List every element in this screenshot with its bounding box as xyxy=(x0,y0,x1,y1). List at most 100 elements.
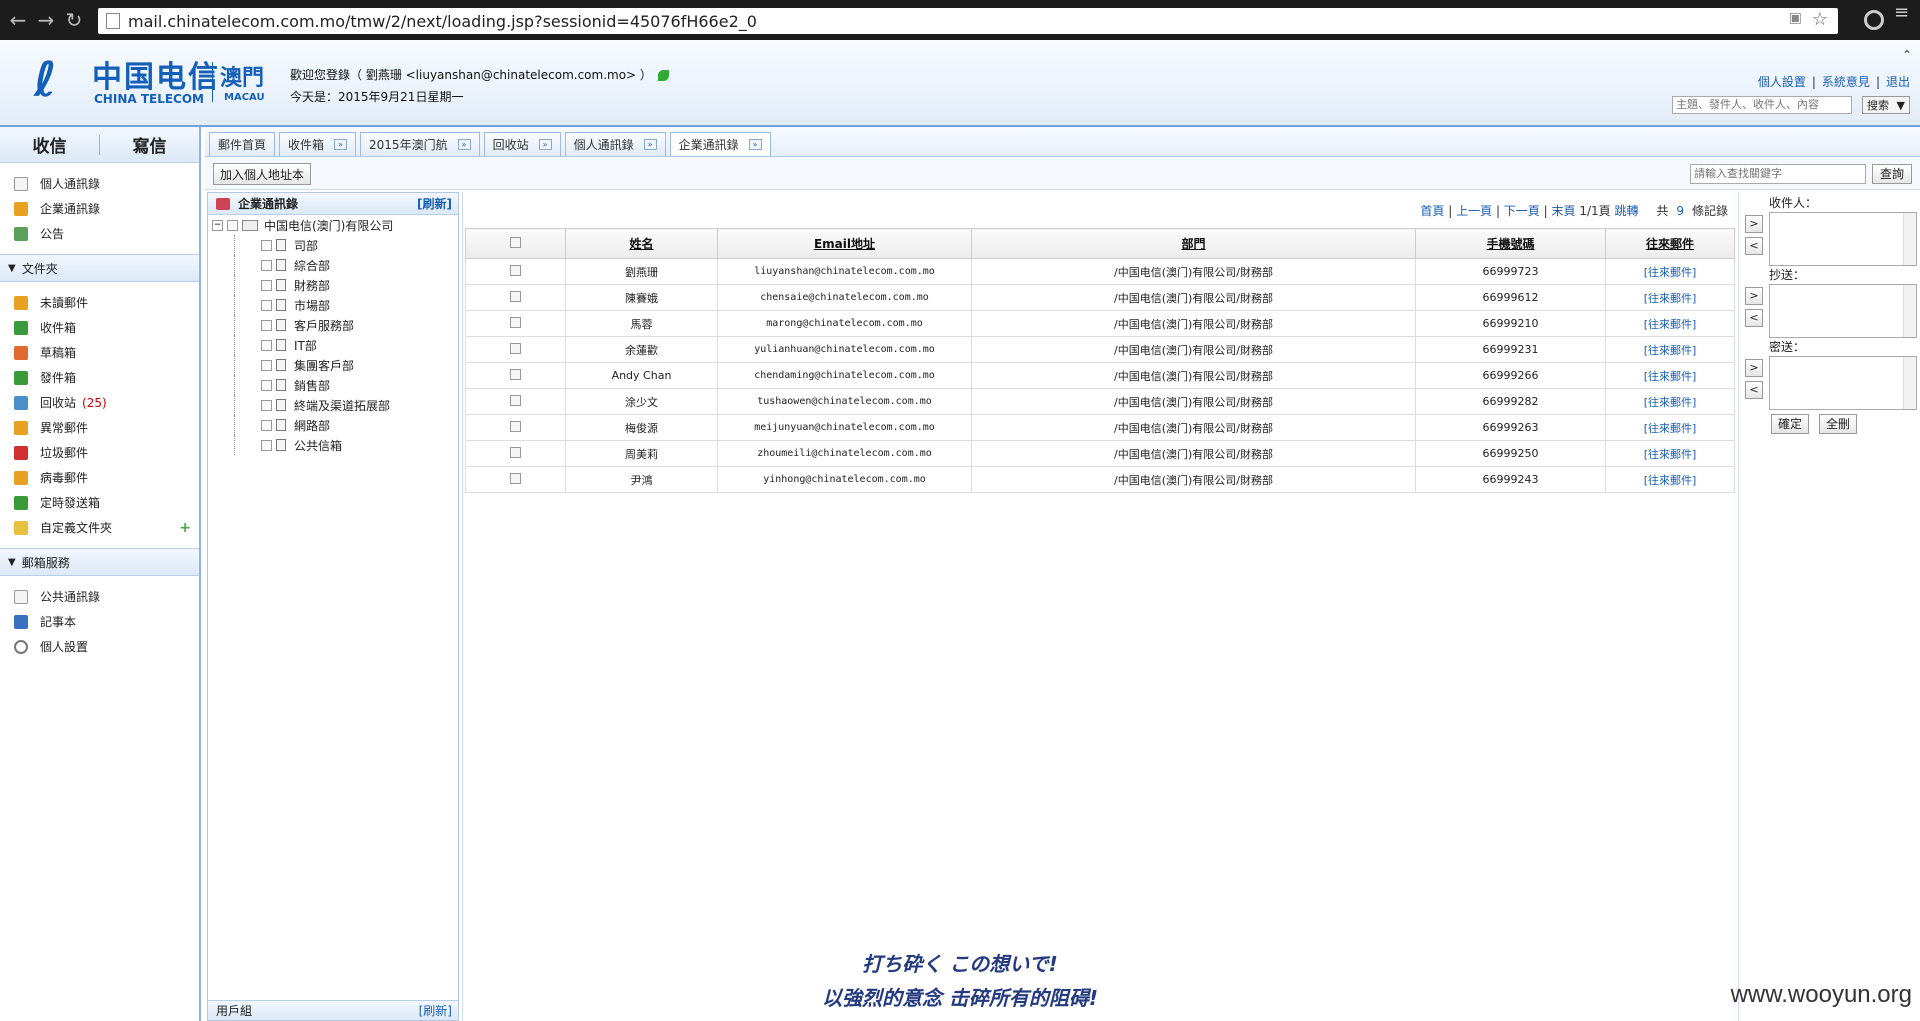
tree-node[interactable]: 市場部 xyxy=(234,295,458,315)
browser-menu-icon[interactable]: ≡ xyxy=(1894,4,1912,22)
collapse-header-icon[interactable]: ⌃ xyxy=(1902,48,1912,62)
jump-link[interactable]: 跳轉 xyxy=(1614,204,1638,218)
nav-folder-5[interactable]: 異常郵件 xyxy=(0,415,199,440)
nav-folder-7[interactable]: 病毒郵件 xyxy=(0,465,199,490)
row-checkbox[interactable] xyxy=(510,394,521,406)
keyword-search-input[interactable] xyxy=(1690,164,1866,184)
node-checkbox[interactable] xyxy=(227,219,238,231)
close-tab-icon[interactable]: » xyxy=(643,139,657,150)
row-checkbox[interactable] xyxy=(510,290,521,302)
select-all-checkbox[interactable] xyxy=(510,236,521,248)
node-checkbox[interactable] xyxy=(261,279,272,291)
nav-folder-3[interactable]: 發件箱 xyxy=(0,365,199,390)
receive-button[interactable]: 收信 xyxy=(0,132,99,157)
nav-personal-contacts[interactable]: 個人通訊錄 xyxy=(0,171,199,196)
contact-email[interactable]: chendaming@chinatelecom.com.mo xyxy=(717,362,972,389)
correspondence-link[interactable]: [往來郵件] xyxy=(1605,336,1735,363)
add-to-button[interactable]: > xyxy=(1745,215,1763,233)
col-name[interactable]: 姓名 xyxy=(565,228,718,259)
close-tab-icon[interactable]: » xyxy=(334,139,348,150)
add-cc-button[interactable]: > xyxy=(1745,287,1763,305)
tree-node[interactable]: 集團客戶部 xyxy=(234,355,458,375)
tab-1[interactable]: 收件箱 » xyxy=(279,132,357,156)
table-row[interactable]: 梅俊源 meijunyuan@chinatelecom.com.mo/中国电信(澳… xyxy=(465,414,1735,441)
correspondence-link[interactable]: [往來郵件] xyxy=(1605,466,1735,493)
contact-email[interactable]: marong@chinatelecom.com.mo xyxy=(717,310,972,337)
node-checkbox[interactable] xyxy=(261,359,272,371)
tree-refresh-link[interactable]: [刷新] xyxy=(417,195,452,212)
close-tab-icon[interactable]: » xyxy=(538,139,552,150)
table-row[interactable]: 周美莉 zhoumeili@chinatelecom.com.mo/中国电信(澳门… xyxy=(465,440,1735,467)
table-row[interactable]: 陳賽娥 chensaie@chinatelecom.com.mo/中国电信(澳门)… xyxy=(465,284,1735,311)
confirm-button[interactable]: 確定 xyxy=(1771,414,1810,434)
last-page-link[interactable]: 末頁 xyxy=(1551,204,1575,218)
correspondence-link[interactable]: [往來郵件] xyxy=(1605,388,1735,415)
node-checkbox[interactable] xyxy=(261,259,272,271)
row-checkbox[interactable] xyxy=(510,316,521,328)
add-to-personal-book-button[interactable]: 加入個人地址本 xyxy=(213,163,312,185)
remove-cc-button[interactable]: < xyxy=(1745,309,1763,327)
tree-node[interactable]: 銷售部 xyxy=(234,375,458,395)
nav-folder-8[interactable]: 定時發送箱 xyxy=(0,490,199,515)
tab-0[interactable]: 郵件首頁 xyxy=(209,132,276,156)
remove-to-button[interactable]: < xyxy=(1745,237,1763,255)
correspondence-link[interactable]: [往來郵件] xyxy=(1605,414,1735,441)
node-checkbox[interactable] xyxy=(261,239,272,251)
reload-icon[interactable]: ↻ xyxy=(60,8,88,32)
remove-bcc-button[interactable]: < xyxy=(1745,381,1763,399)
nav-public-contacts[interactable]: 公共通訊錄 xyxy=(0,584,199,609)
contact-email[interactable]: chensaie@chinatelecom.com.mo xyxy=(717,284,972,311)
first-page-link[interactable]: 首頁 xyxy=(1420,204,1444,218)
logout-link[interactable]: 退出 xyxy=(1886,75,1910,89)
row-checkbox[interactable] xyxy=(510,264,521,276)
tab-2[interactable]: 2015年澳门航 » xyxy=(360,132,480,156)
extension-icon[interactable] xyxy=(1864,10,1884,30)
forward-icon[interactable]: → xyxy=(32,8,60,32)
table-row[interactable]: Andy Chan chendaming@chinatelecom.com.mo /… xyxy=(465,362,1735,389)
feedback-link[interactable]: 系統意見 xyxy=(1822,75,1870,89)
add-bcc-button[interactable]: > xyxy=(1745,359,1763,377)
table-row[interactable]: 劉燕珊 liuyanshan@chinatelecom.com.mo/中国电信(澳… xyxy=(465,258,1735,285)
tree-node[interactable]: 網路部 xyxy=(234,415,458,435)
back-icon[interactable]: ← xyxy=(4,8,32,32)
nav-folder-4[interactable]: 回收站 (25) xyxy=(0,390,199,415)
dropdown-arrow-icon[interactable]: ▼ xyxy=(1897,99,1905,112)
close-tab-icon[interactable]: » xyxy=(457,139,471,150)
node-checkbox[interactable] xyxy=(261,419,272,431)
tree-node[interactable]: 綜合部 xyxy=(234,255,458,275)
query-button[interactable]: 查詢 xyxy=(1872,164,1912,184)
row-checkbox[interactable] xyxy=(510,420,521,432)
contact-email[interactable]: liuyanshan@chinatelecom.com.mo xyxy=(717,258,972,285)
col-email[interactable]: Email地址 xyxy=(717,228,972,259)
tree-node[interactable]: 客戶服務部 xyxy=(234,315,458,335)
mail-search-input[interactable] xyxy=(1672,96,1852,114)
correspondence-link[interactable]: [往來郵件] xyxy=(1605,310,1735,337)
services-section-header[interactable]: ▼ 郵箱服務 xyxy=(0,548,199,576)
node-checkbox[interactable] xyxy=(261,299,272,311)
node-checkbox[interactable] xyxy=(261,399,272,411)
contact-email[interactable]: tushaowen@chinatelecom.com.mo xyxy=(717,388,972,415)
correspondence-link[interactable]: [往來郵件] xyxy=(1605,284,1735,311)
prev-page-link[interactable]: 上一頁 xyxy=(1456,204,1492,218)
col-mobile[interactable]: 手機號碼 xyxy=(1415,228,1606,259)
add-folder-icon[interactable]: + xyxy=(179,520,191,536)
next-page-link[interactable]: 下一頁 xyxy=(1504,204,1540,218)
cc-recipients-box[interactable] xyxy=(1769,284,1917,338)
tab-4[interactable]: 個人通訊錄 » xyxy=(564,132,666,156)
nav-folder-1[interactable]: 收件箱 xyxy=(0,315,199,340)
nav-folder-2[interactable]: 草稿箱 xyxy=(0,340,199,365)
compose-button[interactable]: 寫信 xyxy=(100,132,199,157)
tree-node[interactable]: 公共信箱 xyxy=(234,435,458,455)
table-row[interactable]: 尹鴻 yinhong@chinatelecom.com.mo/中国电信(澳门)有限… xyxy=(465,466,1735,493)
translate-icon[interactable]: ▣ xyxy=(1789,10,1802,26)
delete-all-button[interactable]: 全刪 xyxy=(1819,414,1858,434)
nav-notepad[interactable]: 記事本 xyxy=(0,609,199,634)
contact-email[interactable]: zhoumeili@chinatelecom.com.mo xyxy=(717,440,972,467)
contact-email[interactable]: yulianhuan@chinatelecom.com.mo xyxy=(717,336,972,363)
contact-email[interactable]: yinhong@chinatelecom.com.mo xyxy=(717,466,972,493)
tree-node[interactable]: 司部 xyxy=(234,235,458,255)
personal-settings-link[interactable]: 個人設置 xyxy=(1758,75,1806,89)
row-checkbox[interactable] xyxy=(510,368,521,380)
tree-root-node[interactable]: − 中国电信(澳门)有限公司 xyxy=(208,215,458,235)
address-bar[interactable]: mail.chinatelecom.com.mo/tmw/2/next/load… xyxy=(98,8,1838,34)
